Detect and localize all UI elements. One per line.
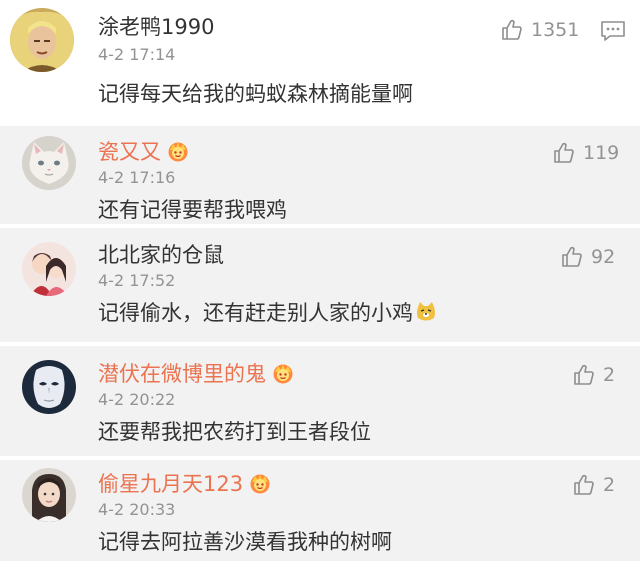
comment-reply-icon[interactable] — [600, 20, 626, 42]
main-comment-text: 记得每天给我的蚂蚁森林摘能量啊 — [98, 82, 413, 106]
reply-text: 记得去阿拉善沙漠看我种的树啊 — [98, 530, 392, 554]
vip-crown-icon — [270, 362, 296, 384]
like-count: 92 — [591, 246, 616, 268]
cat-avatar[interactable] — [22, 136, 76, 190]
reply-text-content: 记得偷水，还有赶走别人家的小鸡 — [98, 301, 413, 325]
vip-crown-icon — [165, 140, 191, 162]
reply-username-text: 潜伏在微博里的鬼 — [98, 362, 266, 386]
reply-like-button[interactable]: 2 — [572, 362, 615, 388]
like-count: 1351 — [531, 19, 580, 41]
reply-item: 偷星九月天123 4-2 20:33 记得去阿拉善沙漠看我种的树啊 2 — [0, 460, 640, 561]
main-comment: 涂老鸭1990 4-2 17:14 记得每天给我的蚂蚁森林摘能量啊 1351 — [0, 0, 640, 126]
main-username[interactable]: 涂老鸭1990 — [98, 14, 214, 40]
girl-photo-avatar[interactable] — [22, 468, 76, 522]
reply-text: 还要帮我把农药打到王者段位 — [98, 420, 371, 444]
reply-timestamp: 4-2 17:16 — [98, 168, 176, 187]
reply-timestamp: 4-2 17:52 — [98, 271, 176, 290]
like-count: 119 — [583, 142, 620, 164]
like-count: 2 — [603, 474, 616, 496]
reply-item: 北北家的仓鼠 4-2 17:52 记得偷水，还有赶走别人家的小鸡 92 — [0, 228, 640, 342]
reply-username-text: 瓷又又 — [98, 140, 161, 164]
like-count: 2 — [603, 364, 616, 386]
reply-timestamp: 4-2 20:22 — [98, 390, 176, 409]
thumbs-up-icon — [572, 473, 596, 497]
reply-username[interactable]: 北北家的仓鼠 — [98, 242, 224, 268]
vip-crown-icon — [247, 472, 273, 494]
reply-username-text: 偷星九月天123 — [98, 472, 244, 496]
main-timestamp: 4-2 17:14 — [98, 45, 176, 64]
reply-like-button[interactable]: 119 — [552, 140, 619, 166]
thumbs-up-icon — [552, 141, 576, 165]
thumbs-up-icon — [572, 363, 596, 387]
yellow-haired-figure-avatar[interactable] — [10, 8, 74, 72]
reply-text: 还有记得要帮我喂鸡 — [98, 198, 287, 222]
main-like-button[interactable]: 1351 — [500, 17, 579, 43]
reply-item: 瓷又又 4-2 17:16 还有记得要帮我喂鸡 119 — [0, 126, 640, 224]
reply-text: 记得偷水，还有赶走别人家的小鸡 — [98, 299, 437, 327]
reply-item: 潜伏在微博里的鬼 4-2 20:22 还要帮我把农药打到王者段位 2 — [0, 346, 640, 456]
reply-like-button[interactable]: 92 — [560, 244, 615, 270]
thumbs-up-icon — [500, 18, 524, 42]
anime-couple-avatar[interactable] — [22, 242, 76, 296]
mask-avatar[interactable] — [22, 360, 76, 414]
reply-timestamp: 4-2 20:33 — [98, 500, 176, 519]
reply-username[interactable]: 偷星九月天123 — [98, 471, 273, 497]
reply-username[interactable]: 瓷又又 — [98, 139, 191, 165]
thumbs-up-icon — [560, 245, 584, 269]
reply-username[interactable]: 潜伏在微博里的鬼 — [98, 361, 296, 387]
reply-like-button[interactable]: 2 — [572, 472, 615, 498]
doge-emoji-icon — [415, 301, 437, 323]
